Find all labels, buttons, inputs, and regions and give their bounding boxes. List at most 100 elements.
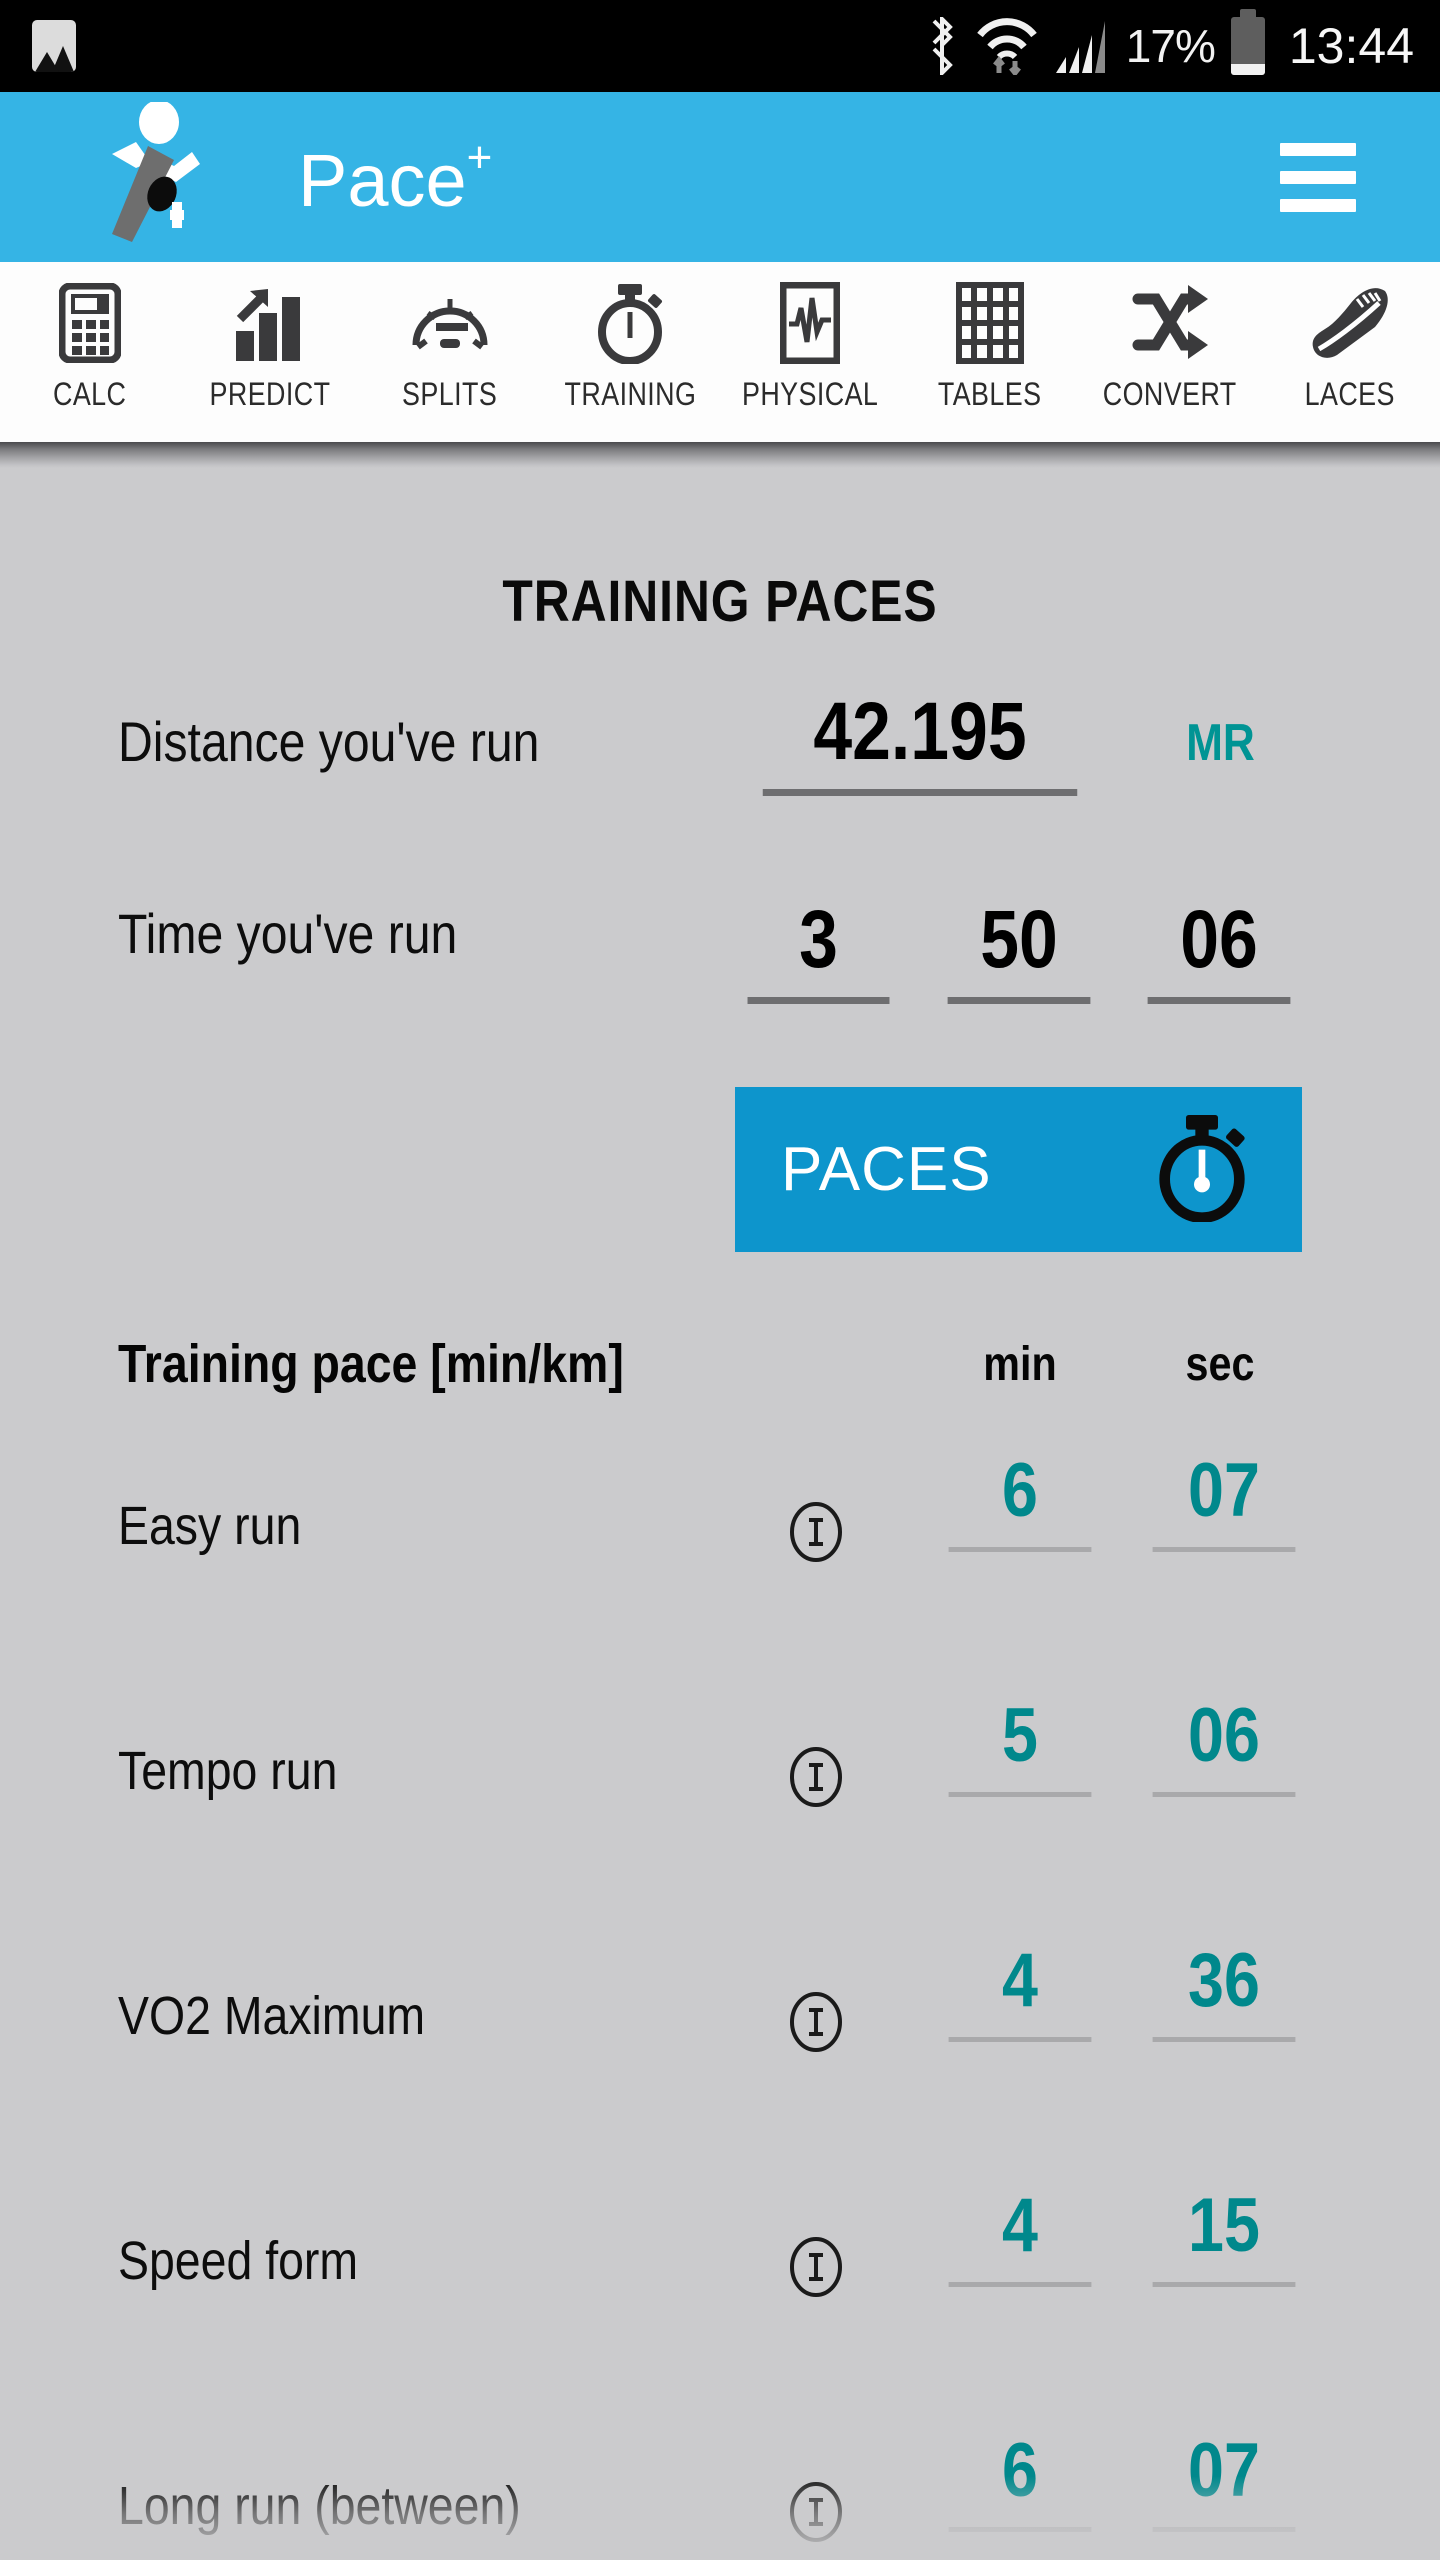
info-circle-icon[interactable]	[788, 1991, 844, 2058]
time-hours-input[interactable]: 3	[747, 899, 890, 1004]
time-seconds-input[interactable]: 06	[1147, 894, 1291, 1004]
table-row: VO2 Maximum 4 36	[0, 1943, 1440, 2147]
row-sec-field[interactable]: 15	[1152, 2183, 1296, 2287]
table-row: Easy run 6 07	[0, 1453, 1440, 1657]
hamburger-menu-icon[interactable]	[1280, 142, 1356, 212]
info-circle-icon[interactable]	[788, 2236, 844, 2303]
wifi-icon	[977, 18, 1037, 75]
tab-label-calc: CALC	[53, 376, 127, 412]
table-row: Speed form 4 15	[0, 2188, 1440, 2392]
tab-label-training: TRAINING	[564, 376, 696, 412]
row-sec-field[interactable]: 07	[1152, 1448, 1296, 1552]
time-seconds-underline	[1147, 997, 1291, 1004]
app-screen: 17% 13:44 Pace+ CALC PREDICT SPLITS TRAI…	[0, 0, 1440, 2560]
row-sec-field[interactable]: 07	[1152, 2428, 1296, 2532]
row-sec-value: 07	[1188, 2428, 1260, 2513]
tab-tables[interactable]: TABLES	[900, 280, 1080, 413]
tab-bar: CALC PREDICT SPLITS TRAINING PHYSICAL TA…	[0, 262, 1440, 442]
time-minutes-input[interactable]: 50	[947, 894, 1091, 1004]
tab-label-predict: PREDICT	[209, 376, 331, 412]
tab-physical[interactable]: PHYSICAL	[720, 280, 900, 413]
bluetooth-icon	[932, 17, 953, 75]
time-minutes-value: 50	[980, 894, 1058, 985]
grid-table-icon	[956, 280, 1024, 366]
time-label: Time you've run	[118, 902, 458, 965]
row-sec-value: 15	[1188, 2183, 1260, 2268]
distance-input[interactable]: 42.195	[762, 686, 1078, 796]
distance-underline	[762, 789, 1078, 796]
signal-bars-icon	[1055, 21, 1105, 73]
row-sec-value: 07	[1188, 1448, 1260, 1533]
tab-label-tables: TABLES	[938, 376, 1042, 412]
row-min-field[interactable]: 6	[948, 1453, 1092, 1552]
row-sec-underline	[1152, 1792, 1296, 1797]
distance-row: Distance you've run 42.195 MR	[0, 683, 1440, 883]
tab-label-splits: SPLITS	[402, 376, 498, 412]
photo-notification-icon	[32, 20, 76, 72]
row-min-underline	[948, 1792, 1092, 1797]
table-header-min: min	[983, 1338, 1057, 1391]
stopwatch-icon	[1154, 1112, 1250, 1227]
row-sec-field[interactable]: 06	[1152, 1693, 1296, 1797]
paces-button-label: PACES	[781, 1135, 992, 1204]
row-min-field[interactable]: 6	[948, 2428, 1092, 2532]
status-bar: 17% 13:44	[0, 0, 1440, 92]
tab-calc[interactable]: CALC	[0, 280, 180, 413]
row-min-value: 4	[1002, 1938, 1038, 2023]
table-header-sec: sec	[1185, 1338, 1255, 1391]
distance-label: Distance you've run	[118, 710, 540, 773]
row-min-field[interactable]: 5	[948, 1693, 1092, 1797]
row-min-value: 5	[1002, 1693, 1038, 1778]
paces-button[interactable]: PACES	[735, 1087, 1302, 1252]
row-sec-value: 36	[1188, 1938, 1260, 2023]
app-title: Pace+	[298, 136, 492, 218]
tab-label-convert: CONVERT	[1103, 376, 1237, 412]
tab-convert[interactable]: CONVERT	[1080, 280, 1260, 413]
info-circle-icon[interactable]	[788, 2481, 844, 2548]
main-content: TRAINING PACES Distance you've run 42.19…	[0, 468, 1440, 2560]
row-min-field[interactable]: 4	[948, 2188, 1092, 2287]
calculator-icon	[59, 280, 121, 366]
stopwatch-icon	[594, 280, 666, 366]
table-row: Long run (between) 6 07	[0, 2433, 1440, 2560]
tab-label-physical: PHYSICAL	[741, 376, 879, 412]
tab-label-laces: LACES	[1304, 376, 1396, 412]
distance-value: 42.195	[813, 686, 1027, 777]
tab-training[interactable]: TRAINING	[540, 280, 720, 413]
time-seconds-value: 06	[1180, 894, 1258, 985]
table-row: Tempo run 5 06	[0, 1698, 1440, 1902]
table-header-main: Training pace [min/km]	[118, 1334, 624, 1394]
row-min-underline	[948, 2037, 1092, 2042]
status-bar-right: 17% 13:44	[924, 9, 1440, 75]
status-bar-left	[0, 20, 76, 72]
info-circle-icon[interactable]	[788, 1501, 844, 1568]
row-sec-value: 06	[1188, 1693, 1260, 1778]
row-sec-underline	[1152, 2282, 1296, 2287]
tab-laces[interactable]: LACES	[1260, 280, 1440, 413]
row-min-underline	[948, 2527, 1092, 2532]
app-title-text: Pace	[298, 139, 467, 222]
row-min-field[interactable]: 4	[948, 1938, 1092, 2042]
row-sec-field[interactable]: 36	[1152, 1938, 1296, 2042]
row-min-underline	[948, 2282, 1092, 2287]
tab-predict[interactable]: PREDICT	[180, 280, 360, 413]
time-minutes-underline	[947, 997, 1091, 1004]
shuffle-arrows-icon	[1130, 280, 1210, 366]
app-title-plus: +	[466, 133, 493, 182]
distance-unit-label[interactable]: MR	[1186, 713, 1255, 773]
row-min-value: 6	[1002, 2428, 1038, 2513]
running-shoe-icon	[1307, 280, 1393, 366]
battery-percent-label: 17%	[1125, 20, 1216, 72]
info-circle-icon[interactable]	[788, 1746, 844, 1813]
time-hours-underline	[747, 997, 890, 1004]
row-sec-underline	[1152, 2527, 1296, 2532]
time-row: Time you've run 3 50 06	[0, 875, 1440, 1075]
row-label: VO2 Maximum	[118, 1986, 426, 2046]
row-label: Speed form	[118, 2231, 359, 2291]
row-label: Easy run	[118, 1496, 302, 1556]
clock-label: 13:44	[1288, 18, 1414, 74]
running-man-plus-logo	[96, 100, 226, 252]
tab-splits[interactable]: SPLITS	[360, 280, 540, 413]
bar-chart-arrow-icon	[232, 280, 308, 366]
page-title: TRAINING PACES	[502, 569, 938, 634]
